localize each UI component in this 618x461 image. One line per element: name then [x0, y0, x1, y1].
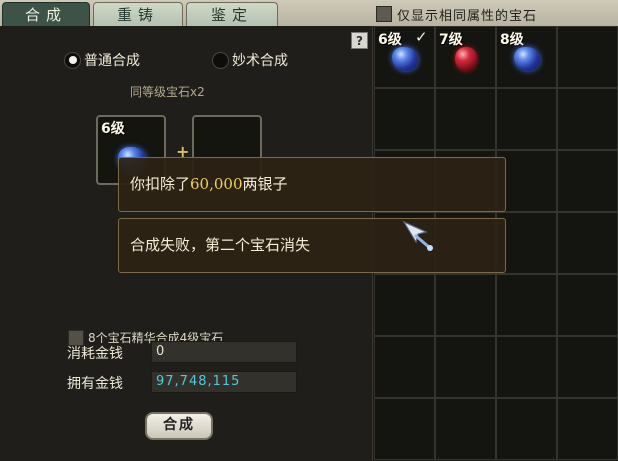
top-tab-bar: 合成 重铸 鉴定 仅显示相同属性的宝石 [0, 0, 618, 26]
owned-value: 97,748,115 [151, 371, 297, 393]
mode-normal-radio[interactable]: 普通合成 [64, 50, 140, 70]
deduct-suffix: 两银子 [242, 175, 288, 193]
inventory-cell[interactable] [557, 26, 618, 88]
filter-label: 仅显示相同属性的宝石 [397, 8, 538, 24]
inventory-cell[interactable] [557, 150, 618, 212]
inventory-cell[interactable] [557, 274, 618, 336]
radio-dot-selected[interactable] [64, 51, 81, 69]
blue-gem-icon [392, 47, 418, 71]
inventory-cell[interactable] [374, 88, 435, 150]
fail-text: 合成失败，第二个宝石消失 [130, 236, 311, 254]
tab-recast[interactable]: 重铸 [93, 2, 183, 26]
combine-button[interactable]: 合成 [145, 412, 213, 440]
red-gem-icon [455, 47, 477, 71]
inventory-cell[interactable] [374, 336, 435, 398]
help-button[interactable]: ? [351, 32, 368, 49]
cursor-icon [402, 220, 433, 251]
cell-level-label: 7级 [439, 32, 463, 48]
inventory-cell[interactable] [557, 88, 618, 150]
inventory-cell[interactable] [435, 336, 496, 398]
fail-message: 合成失败，第二个宝石消失 [118, 218, 506, 273]
inventory-cell[interactable] [557, 398, 618, 460]
tab-combine[interactable]: 合成 [2, 2, 90, 26]
mode-skill-label: 妙术合成 [232, 53, 288, 69]
deduct-amount: 60,000 [190, 175, 243, 193]
inventory-cell[interactable] [435, 88, 496, 150]
filter-checkbox[interactable] [376, 6, 392, 22]
inventory-cell[interactable] [496, 274, 557, 336]
same-attribute-filter[interactable]: 仅显示相同属性的宝石 [376, 4, 537, 24]
inventory-cell[interactable]: 6级 ✓ [374, 26, 435, 88]
radio-dot[interactable] [212, 51, 229, 69]
inventory-cell[interactable] [496, 88, 557, 150]
inventory-cell[interactable] [374, 274, 435, 336]
tab-appraise[interactable]: 鉴定 [186, 2, 278, 26]
inventory-cell[interactable] [496, 398, 557, 460]
checkmark-icon: ✓ [415, 28, 428, 46]
inventory-cell[interactable] [557, 336, 618, 398]
same-level-label: 同等级宝石x2 [130, 85, 205, 99]
inventory-cell[interactable] [435, 274, 496, 336]
blue-gem-icon [514, 47, 540, 71]
cost-label: 消耗金钱 [67, 346, 123, 362]
owned-label: 拥有金钱 [67, 376, 123, 392]
inventory-cell[interactable] [435, 398, 496, 460]
deduct-message: 你扣除了60,000两银子 [118, 157, 506, 212]
cell-level-label: 8级 [500, 32, 524, 48]
slot-level-label: 6级 [101, 121, 125, 137]
mode-skill-radio[interactable]: 妙术合成 [212, 50, 288, 70]
deduct-prefix: 你扣除了 [130, 175, 191, 193]
cell-level-label: 6级 [378, 32, 402, 48]
inventory-cell[interactable]: 8级 [496, 26, 557, 88]
inventory-cell[interactable] [557, 212, 618, 274]
mode-normal-label: 普通合成 [84, 53, 140, 69]
inventory-cell[interactable]: 7级 [435, 26, 496, 88]
inventory-cell[interactable] [374, 398, 435, 460]
cost-value: 0 [151, 341, 297, 363]
inventory-cell[interactable] [496, 336, 557, 398]
